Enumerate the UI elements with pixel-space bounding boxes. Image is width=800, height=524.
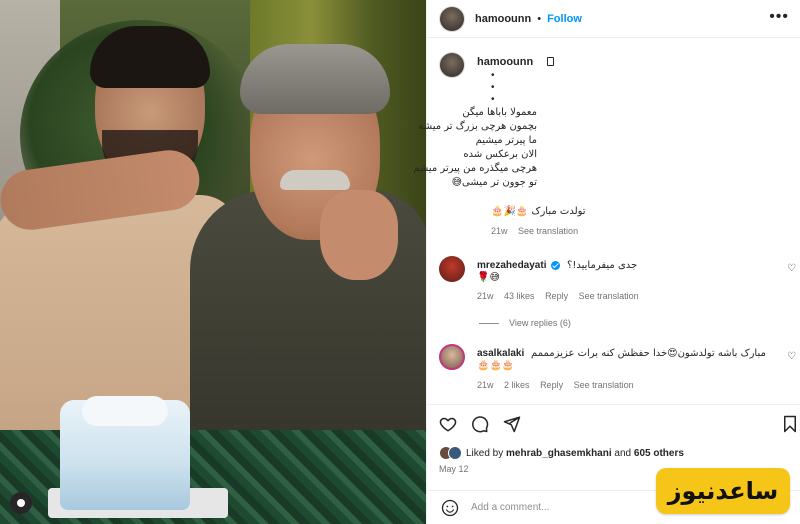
see-translation-button[interactable]: See translation (574, 380, 634, 390)
caption-line: معمولا باباها میگن (462, 107, 537, 118)
commenter-username[interactable]: asalkalaki مبارک باشه تولدشون😍خدا حفظش ک… (477, 348, 766, 359)
bookmark-icon[interactable] (781, 415, 799, 433)
post-date: May 12 (439, 464, 469, 474)
comment-text-emoji: 😅🌹 (477, 272, 500, 283)
comment-meta: 21w 2 likes Reply See translation (477, 380, 642, 390)
caption-meta: 21w See translation (491, 226, 586, 236)
photo-cake-topping (82, 396, 168, 426)
saednews-logo: ساعدنیوز (656, 468, 790, 514)
caption-avatar[interactable] (439, 52, 465, 78)
post-photo[interactable] (0, 0, 426, 524)
verified-icon (551, 260, 561, 270)
more-icon[interactable]: ••• (769, 9, 789, 25)
comment-input[interactable] (471, 502, 671, 513)
commenter-avatar[interactable] (439, 256, 465, 282)
likes-summary: Liked by mehrab_ghasemkhani and 605 othe… (439, 446, 684, 460)
see-translation-button[interactable]: See translation (579, 291, 639, 301)
follow-button[interactable]: Follow (547, 13, 582, 25)
caption-dots: • • • (491, 70, 495, 105)
likes-others-link[interactable]: 605 others (634, 448, 684, 459)
actions-bar (427, 404, 800, 442)
caption-birthday: تولدت مبارک 🎂🎉🎂 (491, 206, 586, 217)
bookmark-badge-icon (547, 57, 554, 66)
comment-time: 21w (477, 291, 494, 301)
share-icon[interactable] (503, 415, 521, 433)
reply-button[interactable]: Reply (545, 291, 568, 301)
caption-line: ما پیرتر میشیم (475, 135, 537, 146)
caption-line: هرچی میگذره من پیرتر میشم (413, 163, 537, 174)
replies-line (479, 322, 499, 324)
caption-line: تو جوون تر میشی😅 (451, 177, 537, 188)
see-translation-button[interactable]: See translation (518, 226, 578, 236)
reply-button[interactable]: Reply (540, 380, 563, 390)
comment-time: 21w (477, 380, 494, 390)
author-avatar[interactable] (439, 5, 465, 32)
view-replies-button[interactable]: View replies (6) (479, 318, 571, 328)
caption-time: 21w (491, 226, 508, 236)
post-panel: hamoounn • Follow ••• hamoounn • • • معم… (413, 0, 800, 524)
commenter-username[interactable]: mrezahedayati جدی میفرمایید!؟ (477, 260, 637, 271)
comment-meta: 21w 43 likes Reply See translation (477, 291, 647, 301)
tagged-users-icon[interactable] (10, 492, 32, 514)
comment-text: مبارک باشه تولدشون😍خدا حفظش کنه برات عزی… (531, 348, 766, 359)
emoji-icon[interactable] (441, 499, 459, 517)
comment-like-icon[interactable]: ♡ (787, 264, 797, 274)
separator-dot: • (537, 12, 542, 25)
caption-line: الان برعکس شده (463, 149, 537, 160)
comment-text: جدی میفرمایید!؟ (567, 260, 638, 271)
caption-line: بچمون هرچی بزرگ تر میشه (418, 121, 537, 132)
heart-icon[interactable] (439, 415, 457, 433)
commenter-avatar[interactable] (439, 344, 465, 370)
author-username[interactable]: hamoounn (475, 13, 531, 25)
post-header: hamoounn • Follow ••• (427, 0, 800, 38)
caption-text: معمولا باباها میگن بچمون هرچی بزرگ تر می… (413, 106, 537, 190)
photo-hand (320, 190, 398, 280)
caption-username[interactable]: hamoounn (477, 56, 533, 68)
comment-likes[interactable]: 43 likes (504, 291, 535, 301)
comment-icon[interactable] (471, 415, 489, 433)
liker-username[interactable]: mehrab_ghasemkhani (506, 448, 612, 459)
comment-text-emoji: 🎂🎂🎂 (477, 360, 515, 371)
comment-likes[interactable]: 2 likes (504, 380, 530, 390)
comment-like-icon[interactable]: ♡ (787, 352, 797, 362)
liker-avatar (448, 446, 462, 460)
